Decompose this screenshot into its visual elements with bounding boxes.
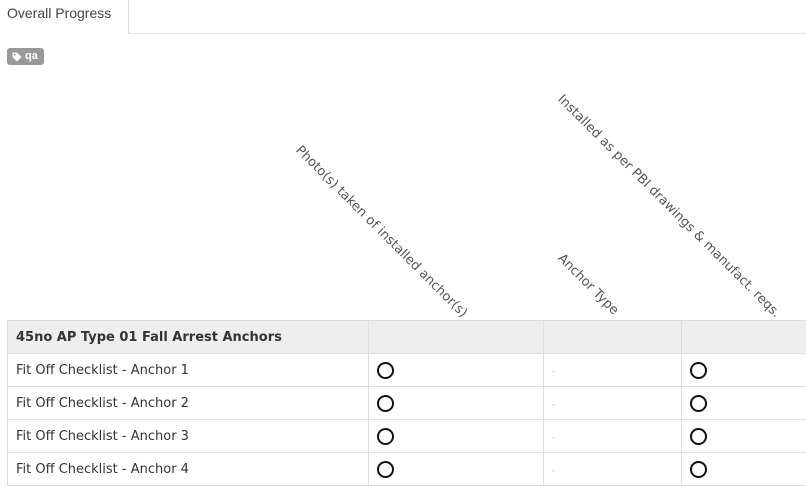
- group-row: 45no AP Type 01 Fall Arrest Anchors: [7, 320, 806, 354]
- tag-icon: [12, 52, 22, 62]
- group-label: 45no AP Type 01 Fall Arrest Anchors: [7, 320, 369, 354]
- table-row: Fit Off Checklist - Anchor 4 -: [7, 452, 806, 486]
- column-header-anchor-type: Anchor Type: [554, 251, 622, 319]
- tab-overall-progress[interactable]: Overall Progress: [0, 0, 129, 34]
- table-row: Fit Off Checklist - Anchor 2 -: [7, 386, 806, 420]
- anchor-type-value: -: [552, 366, 556, 377]
- checklist-table: 45no AP Type 01 Fall Arrest Anchors Fit …: [7, 320, 806, 486]
- column-header-photos: Photo(s) taken of installed anchor(s): [292, 143, 471, 321]
- installed-status-circle[interactable]: [690, 394, 707, 412]
- installed-status-circle[interactable]: [690, 460, 707, 478]
- table-row: Fit Off Checklist - Anchor 1 -: [7, 353, 806, 387]
- table-row: Fit Off Checklist - Anchor 3 -: [7, 419, 806, 453]
- photo-status-circle[interactable]: [377, 427, 394, 445]
- anchor-type-value: -: [552, 432, 556, 443]
- row-label: Fit Off Checklist - Anchor 1: [7, 353, 369, 387]
- anchor-type-value: -: [552, 465, 556, 476]
- photo-status-circle[interactable]: [377, 361, 394, 379]
- anchor-type-value: -: [552, 399, 556, 410]
- qa-tag: qa: [7, 48, 44, 65]
- photo-status-circle[interactable]: [377, 394, 394, 412]
- photo-status-circle[interactable]: [377, 460, 394, 478]
- tab-bar: Overall Progress: [0, 0, 806, 34]
- row-label: Fit Off Checklist - Anchor 3: [7, 419, 369, 453]
- tag-label: qa: [25, 50, 38, 62]
- row-label: Fit Off Checklist - Anchor 4: [7, 452, 369, 486]
- row-label: Fit Off Checklist - Anchor 2: [7, 386, 369, 420]
- installed-status-circle[interactable]: [690, 361, 707, 379]
- installed-status-circle[interactable]: [690, 427, 707, 445]
